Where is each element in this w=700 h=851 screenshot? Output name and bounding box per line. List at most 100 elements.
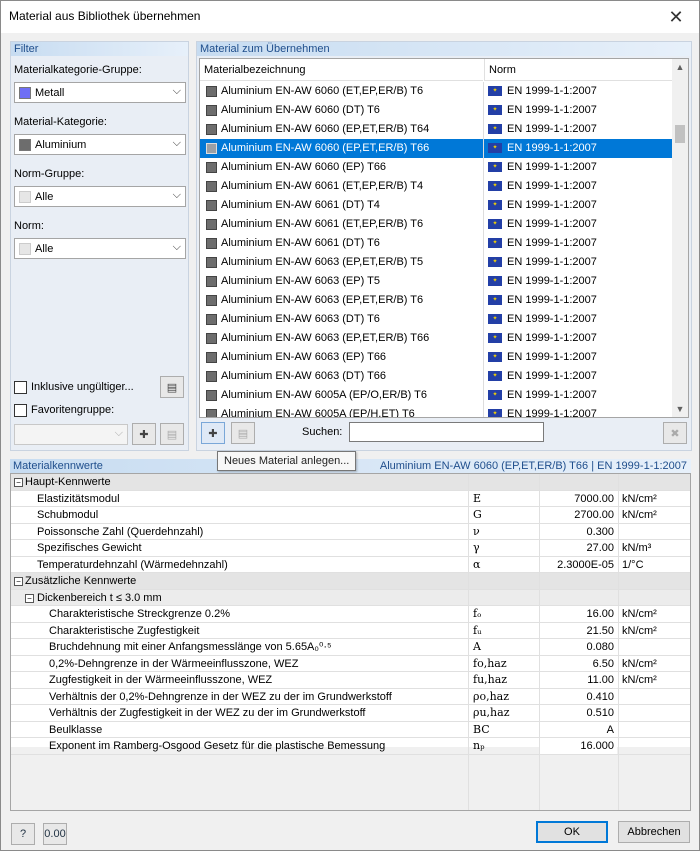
property-row: Charakteristische Streckgrenze 0.2% fₒ 16.…: [11, 606, 690, 622]
favorites-select[interactable]: ⌵: [14, 424, 128, 445]
scroll-thumb[interactable]: [675, 125, 685, 143]
close-icon[interactable]: ✕: [653, 1, 699, 33]
material-row[interactable]: Aluminium EN-AW 6005A (EP/H,ET) T6 ✦ EN 19…: [200, 405, 674, 417]
material-list[interactable]: Materialbezeichnung Norm Aluminium EN-AW…: [199, 58, 689, 418]
category-group-select[interactable]: Metall ⌵: [14, 82, 186, 103]
property-value[interactable]: 2700.00: [540, 507, 617, 523]
property-value[interactable]: 0.080: [540, 639, 617, 655]
ok-button[interactable]: OK: [536, 821, 608, 843]
property-row: Exponent im Ramberg-Osgood Gesetz für di…: [11, 738, 690, 754]
material-norm: EN 1999-1-1:2007: [507, 218, 597, 230]
eu-flag-icon: ✦: [488, 257, 502, 267]
material-color-icon: [206, 219, 217, 230]
material-row[interactable]: Aluminium EN-AW 6061 (ET,EP,ER/B) T6 ✦ EN …: [200, 215, 674, 234]
cancel-button[interactable]: Abbrechen: [618, 821, 690, 843]
material-norm: EN 1999-1-1:2007: [507, 313, 597, 325]
property-symbol: BC: [473, 722, 490, 736]
eu-flag-icon: ✦: [488, 86, 502, 96]
property-value[interactable]: 2.3000E-05: [540, 556, 617, 573]
property-unit: kN/cm²: [622, 509, 657, 521]
column-divider: [483, 196, 484, 215]
material-row[interactable]: Aluminium EN-AW 6005A (EP/O,ER/B) T6 ✦ EN …: [200, 386, 674, 405]
column-divider: [483, 310, 484, 329]
material-row[interactable]: Aluminium EN-AW 6060 (DT) T6 ✦ EN 1999-1-1…: [200, 101, 674, 120]
material-row[interactable]: Aluminium EN-AW 6063 (EP) T5 ✦ EN 1999-1-1…: [200, 272, 674, 291]
eu-flag-icon: ✦: [488, 162, 502, 172]
new-item-icon: ✚: [139, 428, 149, 441]
material-row[interactable]: Aluminium EN-AW 6063 (EP,ET,ER/B) T66 ✦ EN…: [200, 329, 674, 348]
property-symbol: fu,haz: [473, 673, 508, 686]
material-row[interactable]: Aluminium EN-AW 6061 (DT) T6 ✦ EN 1999-1-1…: [200, 234, 674, 253]
property-value[interactable]: 7000.00: [540, 490, 617, 507]
col-header-norm[interactable]: Norm: [484, 59, 674, 81]
material-row[interactable]: Aluminium EN-AW 6063 (EP) T66 ✦ EN 1999-1-…: [200, 348, 674, 367]
new-material-tooltip: Neues Material anlegen...: [217, 451, 357, 471]
property-name: Spezifisches Gewicht: [37, 542, 142, 554]
col-header-name[interactable]: Materialbezeichnung: [200, 59, 483, 81]
material-name: Aluminium EN-AW 6063 (DT) T66: [221, 370, 387, 382]
material-row[interactable]: Aluminium EN-AW 6063 (EP,ET,ER/B) T5 ✦ EN …: [200, 253, 674, 272]
property-row: Poissonsche Zahl (Querdehnzahl) ν 0.300: [11, 523, 690, 540]
property-value[interactable]: 16.00: [540, 606, 617, 622]
row-divider: [11, 737, 690, 738]
favorites-label: Favoritengruppe:: [31, 404, 115, 416]
material-row[interactable]: Aluminium EN-AW 6061 (DT) T4 ✦ EN 1999-1-1…: [200, 196, 674, 215]
help-button[interactable]: ?: [11, 823, 35, 845]
property-value[interactable]: 21.50: [540, 622, 617, 639]
material-row[interactable]: Aluminium EN-AW 6060 (EP) T66 ✦ EN 1999-1-…: [200, 158, 674, 177]
edit-favorite-button[interactable]: ▤: [160, 423, 184, 445]
property-name: Poissonsche Zahl (Querdehnzahl): [37, 525, 204, 538]
category-select[interactable]: Aluminium ⌵: [14, 134, 186, 155]
title-bar: Material aus Bibliothek übernehmen ✕: [1, 1, 699, 33]
category-group-label: Materialkategorie-Gruppe:: [14, 64, 142, 76]
material-name: Aluminium EN-AW 6060 (ET,EP,ER/B) T6: [221, 85, 424, 97]
collapse-icon[interactable]: −: [14, 478, 23, 487]
favorites-checkbox[interactable]: [14, 404, 27, 417]
row-divider: [11, 539, 690, 540]
property-value[interactable]: 16.000: [540, 738, 617, 754]
property-value[interactable]: A: [540, 721, 617, 738]
property-value[interactable]: 11.00: [540, 672, 617, 688]
material-norm: EN 1999-1-1:2007: [507, 294, 597, 306]
search-input[interactable]: [349, 422, 544, 442]
row-divider: [11, 753, 690, 755]
collapse-icon[interactable]: −: [14, 577, 23, 586]
material-row[interactable]: Aluminium EN-AW 6060 (EP,ET,ER/B) T64 ✦ EN…: [200, 120, 674, 139]
norm-select[interactable]: Alle ⌵: [14, 238, 186, 259]
new-favorite-button[interactable]: ✚: [132, 423, 156, 445]
new-material-button[interactable]: ✚: [201, 422, 225, 444]
property-symbol: nₚ: [473, 739, 485, 752]
material-norm: EN 1999-1-1:2007: [507, 199, 597, 211]
material-row[interactable]: Aluminium EN-AW 6063 (DT) T6 ✦ EN 1999-1-1…: [200, 310, 674, 329]
norm-group-select[interactable]: Alle ⌵: [14, 186, 186, 207]
scroll-up-icon[interactable]: ▲: [672, 59, 688, 75]
material-row[interactable]: Aluminium EN-AW 6060 (ET,EP,ER/B) T6 ✦ EN …: [200, 82, 674, 101]
column-divider: [483, 234, 484, 253]
edit-material-button[interactable]: ▤: [231, 422, 255, 444]
collapse-icon[interactable]: −: [25, 593, 34, 603]
property-value[interactable]: 0.510: [540, 705, 617, 721]
material-list-panel: Material zum Übernehmen Materialbezeichn…: [196, 41, 692, 451]
eu-flag-icon: ✦: [488, 276, 502, 286]
chevron-down-icon: ⌵: [172, 241, 181, 253]
property-value[interactable]: 0.410: [540, 688, 617, 705]
row-divider: [11, 704, 690, 705]
chevron-down-icon: ⌵: [114, 427, 123, 439]
material-row[interactable]: Aluminium EN-AW 6063 (DT) T66 ✦ EN 1999-1-…: [200, 367, 674, 386]
property-value[interactable]: 6.50: [540, 655, 617, 672]
library-settings-button[interactable]: ▤: [160, 376, 184, 398]
property-value[interactable]: 27.00: [540, 540, 617, 556]
material-row[interactable]: Aluminium EN-AW 6061 (ET,EP,ER/B) T4 ✦ EN …: [200, 177, 674, 196]
units-button[interactable]: 0.00: [43, 823, 67, 845]
material-row[interactable]: Aluminium EN-AW 6060 (EP,ET,ER/B) T66 ✦ EN…: [200, 139, 674, 158]
material-name: Aluminium EN-AW 6063 (EP) T5: [221, 275, 380, 287]
material-row[interactable]: Aluminium EN-AW 6063 (EP,ET,ER/B) T6 ✦ EN …: [200, 291, 674, 310]
material-norm: EN 1999-1-1:2007: [507, 161, 597, 173]
list-scrollbar[interactable]: ▲ ▼: [672, 59, 688, 417]
row-divider: [11, 720, 690, 722]
property-symbol: fo,haz: [473, 656, 507, 670]
scroll-down-icon[interactable]: ▼: [672, 401, 688, 417]
include-invalid-checkbox[interactable]: [14, 381, 27, 394]
delete-material-button[interactable]: ✖: [663, 422, 687, 444]
property-value[interactable]: 0.300: [540, 523, 617, 540]
